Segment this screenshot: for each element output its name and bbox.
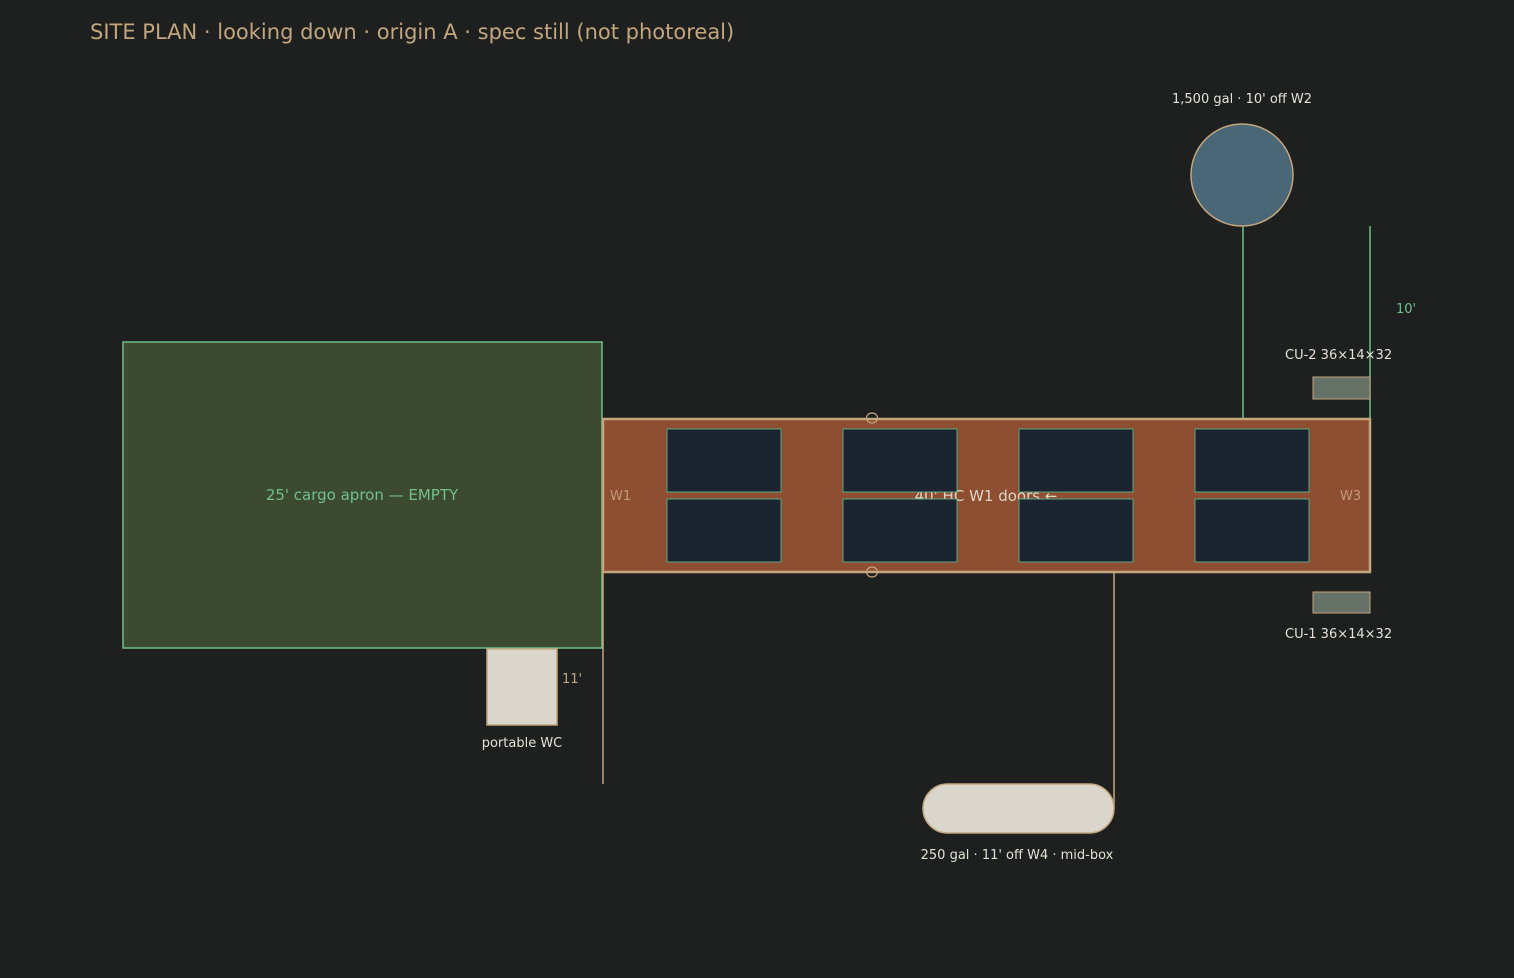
wc-label: portable WC [482,736,563,751]
roof-panel [1018,428,1134,493]
roof-panel [842,428,958,493]
condensing-unit-1: CU-1 36×14×32 [1285,591,1392,642]
roof-panel [666,428,782,493]
roof-panel [842,498,958,563]
roof-panel [1194,498,1310,563]
dimension-right-label: 10' [1396,302,1416,317]
cu2-label: CU-2 36×14×32 [1285,348,1392,363]
tank-small-label: 250 gal · 11' off W4 · mid-box [921,848,1114,863]
roof-panel [666,498,782,563]
large-water-tank: 1,500 gal · 10' off W2 [1172,92,1312,419]
site-plan-canvas: SITE PLAN · looking down · origin A · sp… [90,20,1416,863]
wc-dimension: 11' [562,672,582,687]
wc-rect [486,648,558,726]
portable-wc: 11' portable WC [482,648,582,751]
cu1-rect [1312,591,1371,614]
cu2-rect [1312,376,1371,400]
apron-label: 25' cargo apron — EMPTY [266,486,459,504]
container-40hc: 40' HC W1 doors ← W1 W3 [601,412,1372,578]
cu1-label: CU-1 36×14×32 [1285,627,1392,642]
tank-small-rect [922,783,1115,834]
tank-large-circle [1190,123,1294,227]
tank-large-label: 1,500 gal · 10' off W2 [1172,92,1312,107]
roof-panel [1018,498,1134,563]
wall-w3-label: W3 [1340,489,1361,504]
roof-panel [1194,428,1310,493]
page-title: SITE PLAN · looking down · origin A · sp… [90,20,734,44]
small-water-tank: 250 gal · 11' off W4 · mid-box [921,572,1115,863]
wall-w1-label: W1 [610,489,631,504]
condensing-unit-2: CU-2 36×14×32 [1285,348,1392,400]
cargo-apron: 25' cargo apron — EMPTY [122,341,603,649]
